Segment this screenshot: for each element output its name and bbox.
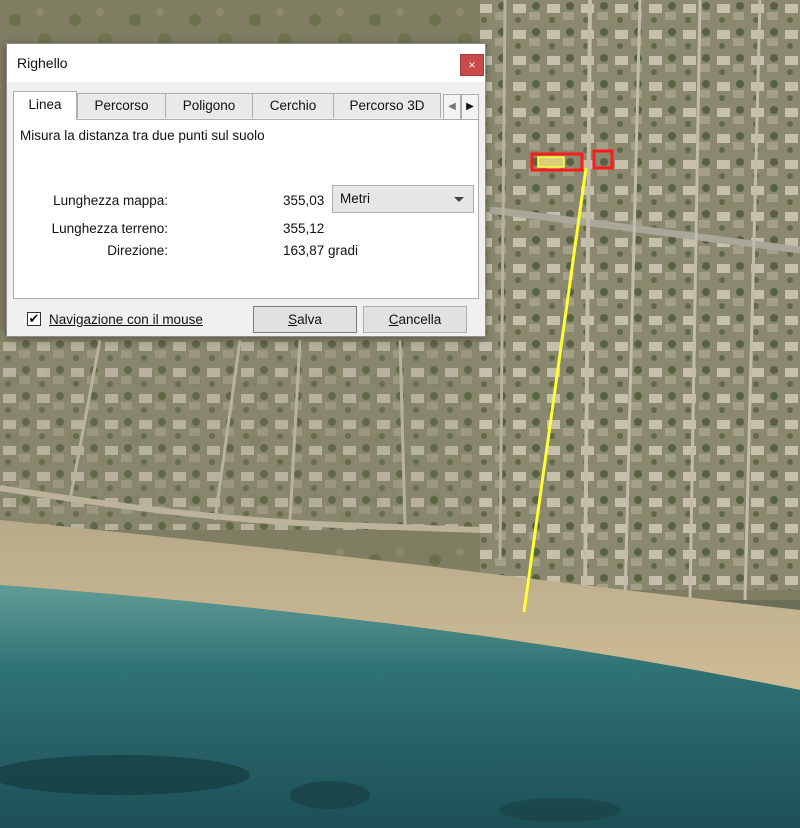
start-point-fill — [537, 156, 565, 168]
dialog-title: Righello — [17, 55, 68, 71]
tab-percorso[interactable]: Percorso — [77, 93, 166, 118]
ruler-dialog: Righello × Linea Percorso Poligono Cerch… — [6, 43, 486, 337]
close-button[interactable]: × — [460, 54, 484, 76]
save-button-label-rest: alva — [297, 312, 322, 327]
chevron-right-icon: ▶ — [466, 101, 474, 112]
tab-scroll-left-button[interactable]: ◀ — [443, 94, 461, 120]
chevron-down-icon — [454, 197, 464, 202]
tab-panel-linea: Misura la distanza tra due punti sul suo… — [13, 119, 479, 299]
direction-label: Direzione: — [107, 243, 168, 258]
checkmark-icon: ✔ — [28, 311, 40, 326]
chevron-left-icon: ◀ — [448, 101, 456, 112]
dialog-titlebar[interactable]: Righello × — [7, 44, 485, 82]
save-button-mnemonic: S — [288, 312, 298, 327]
mouse-navigation-label-text: Navigazione con il mouse — [49, 312, 203, 327]
unit-select-value: Metri — [340, 191, 370, 206]
tab-cerchio[interactable]: Cerchio — [252, 93, 334, 118]
tab-scroll-right-button[interactable]: ▶ — [461, 94, 479, 120]
tab-linea[interactable]: Linea — [13, 91, 77, 120]
unit-select[interactable]: Metri — [332, 185, 474, 213]
tab-percorso-3d[interactable]: Percorso 3D — [333, 93, 441, 118]
seaweed-patch — [0, 755, 250, 795]
cancel-button-label-rest: ancella — [398, 312, 442, 327]
seaweed-patch — [290, 781, 370, 809]
ground-length-value: 355,12 — [283, 221, 325, 236]
seaweed-patch — [500, 798, 620, 822]
save-button[interactable]: Salva — [253, 306, 357, 333]
tab-bar: Linea Percorso Poligono Cerchio Percorso… — [13, 91, 479, 120]
direction-value: 163,87 gradi — [283, 243, 359, 258]
close-icon: × — [468, 58, 476, 72]
map-length-value: 355,03 — [283, 193, 325, 208]
map-length-label: Lunghezza mappa: — [53, 193, 168, 208]
mouse-navigation-label[interactable]: Navigazione con il mouse — [49, 312, 203, 327]
mouse-navigation-checkbox[interactable]: ✔ — [27, 312, 41, 326]
description-text: Misura la distanza tra due punti sul suo… — [20, 128, 265, 143]
cancel-button[interactable]: Cancella — [363, 306, 467, 333]
tab-poligono[interactable]: Poligono — [165, 93, 253, 118]
ground-length-label: Lunghezza terreno: — [51, 221, 168, 236]
